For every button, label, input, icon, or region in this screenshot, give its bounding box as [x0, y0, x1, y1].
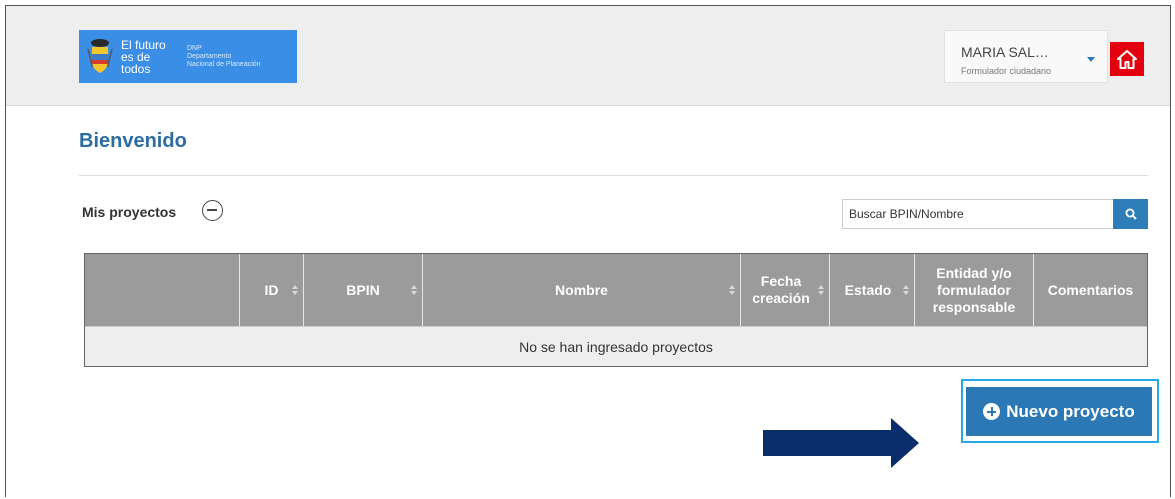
column-header-entidad[interactable]: Entidad y/o formulador responsable	[915, 254, 1034, 326]
sort-icon[interactable]	[292, 285, 298, 295]
column-header-bpin[interactable]: BPIN	[304, 254, 423, 326]
org-name: DNP Departamento Nacional de Planeación	[187, 45, 287, 69]
org-abbr: DNP	[187, 44, 202, 52]
table-header: ID BPIN Nombre Fecha creación Estado Ent…	[85, 254, 1147, 326]
coat-of-arms-icon	[87, 38, 113, 73]
column-label: Entidad y/o formulador responsable	[932, 264, 1016, 315]
column-label: Estado	[844, 281, 892, 298]
home-button[interactable]	[1110, 42, 1144, 76]
section-label: Mis proyectos	[82, 204, 177, 220]
column-label: Comentarios	[1047, 281, 1134, 298]
search-icon	[1125, 208, 1137, 220]
column-label: Fecha creación	[752, 273, 810, 306]
column-label: BPIN	[346, 281, 380, 298]
chevron-down-icon[interactable]	[1087, 57, 1095, 62]
slogan: El futuro es de todos	[121, 39, 183, 75]
search-button[interactable]	[1113, 199, 1148, 229]
page-title: Bienvenido	[79, 130, 187, 152]
slogan-line-2: es de todos	[121, 49, 151, 76]
sort-icon[interactable]	[411, 285, 417, 295]
user-name: MARIA SAL…	[961, 44, 1049, 60]
search-input[interactable]	[842, 199, 1113, 229]
column-header-select	[85, 254, 240, 326]
new-project-label: Nuevo proyecto	[1006, 401, 1135, 421]
column-header-id[interactable]: ID	[240, 254, 304, 326]
app-frame: El futuro es de todos DNP Departamento N…	[5, 5, 1171, 497]
new-project-button[interactable]: Nuevo proyecto	[966, 387, 1152, 436]
arrow-right-icon	[763, 418, 919, 468]
org-line-2: Nacional de Planeación	[187, 60, 261, 68]
header: El futuro es de todos DNP Departamento N…	[6, 6, 1170, 106]
column-label: ID	[264, 281, 279, 298]
divider	[79, 175, 1148, 176]
org-line-1: Departamento	[187, 52, 232, 60]
logo[interactable]: El futuro es de todos DNP Departamento N…	[79, 30, 297, 83]
slogan-line-1: El futuro	[121, 37, 166, 52]
column-header-estado[interactable]: Estado	[830, 254, 915, 326]
sort-icon[interactable]	[903, 285, 909, 295]
projects-table: ID BPIN Nombre Fecha creación Estado Ent…	[84, 253, 1148, 367]
plus-circle-icon	[983, 403, 1001, 420]
column-header-nombre[interactable]: Nombre	[423, 254, 741, 326]
home-icon	[1117, 49, 1137, 69]
column-header-fecha[interactable]: Fecha creación	[741, 254, 830, 326]
sort-icon[interactable]	[818, 285, 824, 295]
user-menu[interactable]: MARIA SAL… Formulador ciudadano	[944, 30, 1108, 83]
user-role: Formulador ciudadano	[961, 66, 1052, 76]
column-header-comentarios[interactable]: Comentarios	[1034, 254, 1147, 326]
column-label: Nombre	[555, 281, 608, 298]
collapse-icon[interactable]	[202, 200, 223, 221]
sort-icon[interactable]	[729, 285, 735, 295]
empty-table-message: No se han ingresado proyectos	[85, 326, 1147, 366]
